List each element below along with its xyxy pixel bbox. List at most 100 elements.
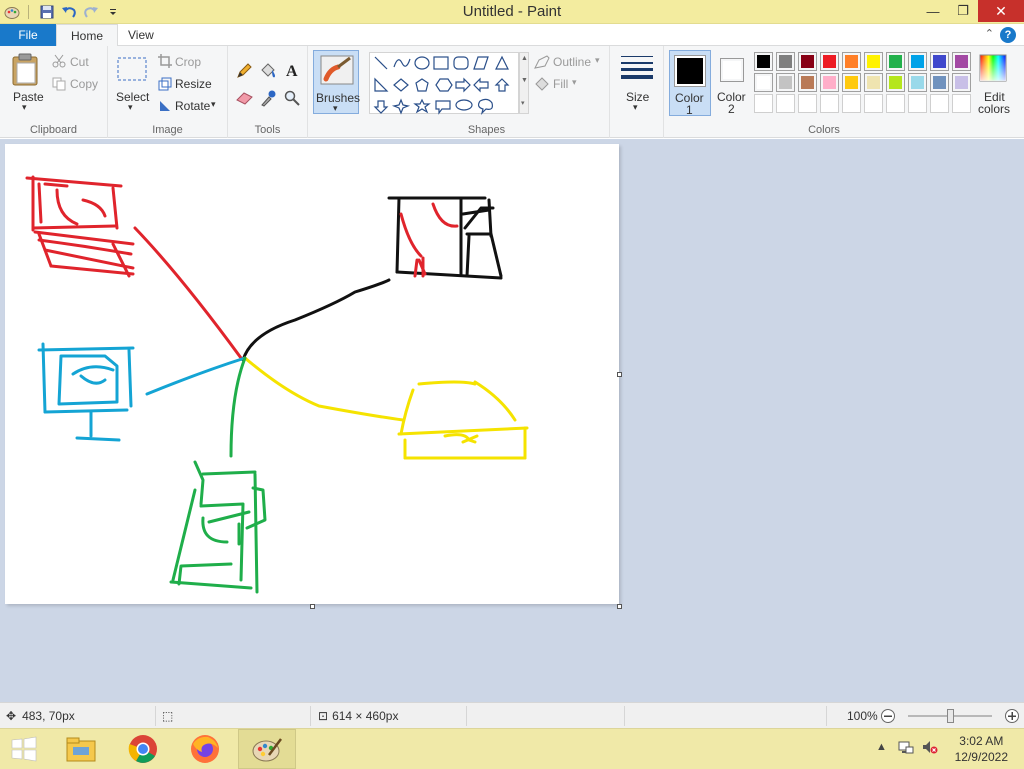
color1-swatch (677, 58, 703, 84)
palette-color-swatch[interactable] (842, 52, 861, 71)
shapes-scrollbar[interactable]: ▲ ▼ ▾ (519, 52, 529, 114)
palette-color-swatch[interactable] (930, 52, 949, 71)
copy-button[interactable]: Copy (70, 77, 98, 91)
brushes-button[interactable]: Brushes ▾ (313, 50, 360, 114)
eraser-icon[interactable] (236, 91, 254, 108)
system-clock[interactable]: 3:02 AM 12/9/2022 (955, 733, 1008, 765)
palette-color-swatch[interactable] (952, 94, 971, 113)
paste-button[interactable] (10, 52, 42, 95)
palette-color-fill (867, 97, 880, 110)
palette-color-swatch[interactable] (842, 94, 861, 113)
palette-color-swatch[interactable] (908, 73, 927, 92)
taskbar-chrome[interactable] (114, 729, 172, 769)
canvas-resize-handle-corner[interactable] (617, 604, 622, 609)
palette-color-swatch[interactable] (820, 52, 839, 71)
palette-color-swatch[interactable] (864, 94, 883, 113)
palette-color-swatch[interactable] (798, 94, 817, 113)
palette-color-swatch[interactable] (776, 94, 795, 113)
zoom-in-button[interactable] (1004, 703, 1020, 729)
brushes-group: Brushes ▾ (308, 46, 364, 138)
help-icon[interactable]: ? (1000, 27, 1016, 43)
fill-bucket-icon[interactable] (259, 62, 277, 83)
palette-color-swatch[interactable] (930, 73, 949, 92)
palette-color-swatch[interactable] (886, 73, 905, 92)
color1-button[interactable]: Color 1 (669, 50, 711, 117)
size-dropdown-icon[interactable]: ▾ (633, 102, 638, 113)
palette-color-swatch[interactable] (886, 94, 905, 113)
shapes-gallery[interactable] (369, 52, 519, 115)
fill-dropdown-icon[interactable]: ▾ (572, 77, 577, 88)
drawing-canvas[interactable] (5, 144, 619, 604)
zoom-slider-thumb[interactable] (947, 709, 954, 723)
palette-color-swatch[interactable] (930, 94, 949, 113)
show-hidden-icons[interactable]: ▲ (876, 741, 887, 753)
outline-button[interactable]: Outline (553, 55, 591, 69)
edit-colors-label-2[interactable]: colors (978, 102, 1010, 116)
minimize-button[interactable]: — (918, 0, 948, 22)
palette-color-fill (845, 55, 858, 68)
restore-button[interactable]: ❐ (948, 0, 978, 22)
canvas-resize-handle-right[interactable] (617, 372, 622, 377)
canvas-workspace (0, 139, 1024, 702)
palette-color-swatch[interactable] (776, 73, 795, 92)
cursor-position-icon: ✥ (6, 709, 17, 723)
taskbar: ▲ 3:02 AM 12/9/2022 (0, 728, 1024, 769)
start-button[interactable] (0, 729, 48, 769)
taskbar-file-explorer[interactable] (52, 729, 110, 769)
outline-icon (534, 55, 550, 72)
palette-color-swatch[interactable] (952, 52, 971, 71)
magnifier-icon[interactable] (284, 90, 300, 109)
palette-color-swatch[interactable] (886, 52, 905, 71)
palette-color-swatch[interactable] (798, 73, 817, 92)
text-icon[interactable]: A (284, 62, 300, 81)
resize-button[interactable]: Resize (175, 77, 212, 91)
zoom-level: 100% (847, 709, 878, 723)
fill-button[interactable]: Fill (553, 77, 568, 91)
palette-color-fill (757, 97, 770, 110)
volume-muted-icon[interactable] (922, 739, 938, 758)
rotate-button[interactable]: Rotate (175, 99, 210, 113)
palette-color-swatch[interactable] (820, 73, 839, 92)
size-button[interactable] (620, 54, 654, 83)
canvas-resize-handle-bottom[interactable] (310, 604, 315, 609)
color2-button[interactable]: Color 2 (714, 50, 754, 116)
ribbon-tabs: File Home View ⌃ ? (0, 24, 1024, 47)
paste-label[interactable]: Paste (13, 90, 44, 104)
zoom-out-button[interactable] (880, 703, 896, 729)
palette-color-swatch[interactable] (952, 73, 971, 92)
color-picker-icon[interactable] (260, 89, 276, 110)
palette-color-swatch[interactable] (908, 94, 927, 113)
cut-button[interactable]: Cut (70, 55, 89, 69)
palette-color-swatch[interactable] (754, 94, 773, 113)
pencil-icon[interactable] (236, 63, 252, 82)
tab-view[interactable]: View (114, 24, 168, 47)
window-controls: — ❐ ✕ (918, 0, 1024, 22)
tab-home[interactable]: Home (56, 24, 119, 47)
minimize-ribbon-icon[interactable]: ⌃ (985, 27, 994, 40)
close-button[interactable]: ✕ (978, 0, 1024, 22)
tab-file[interactable]: File (0, 24, 56, 46)
palette-color-swatch[interactable] (798, 52, 817, 71)
palette-color-swatch[interactable] (820, 94, 839, 113)
taskbar-firefox[interactable] (176, 729, 234, 769)
network-icon[interactable] (898, 739, 914, 758)
palette-color-swatch[interactable] (776, 52, 795, 71)
cursor-position: ✥ 483, 70px (6, 703, 75, 729)
palette-color-swatch[interactable] (864, 52, 883, 71)
palette-color-fill (845, 97, 858, 110)
palette-color-swatch[interactable] (754, 52, 773, 71)
select-icon (116, 56, 148, 85)
crop-button[interactable]: Crop (175, 55, 201, 69)
palette-color-swatch[interactable] (842, 73, 861, 92)
color1-number: 1 (686, 103, 693, 117)
palette-color-swatch[interactable] (754, 73, 773, 92)
palette-color-swatch[interactable] (908, 52, 927, 71)
select-dropdown-icon[interactable]: ▾ (128, 102, 133, 113)
rotate-dropdown-icon[interactable]: ▾ (211, 99, 216, 110)
palette-color-swatch[interactable] (864, 73, 883, 92)
clock-date: 12/9/2022 (954, 750, 1008, 764)
outline-dropdown-icon[interactable]: ▾ (595, 55, 600, 66)
shapes-group: ▲ ▼ ▾ Outline ▾ Fill ▾ Shapes (364, 46, 610, 138)
paste-dropdown-icon[interactable]: ▾ (22, 102, 27, 113)
taskbar-paint[interactable] (238, 729, 296, 769)
